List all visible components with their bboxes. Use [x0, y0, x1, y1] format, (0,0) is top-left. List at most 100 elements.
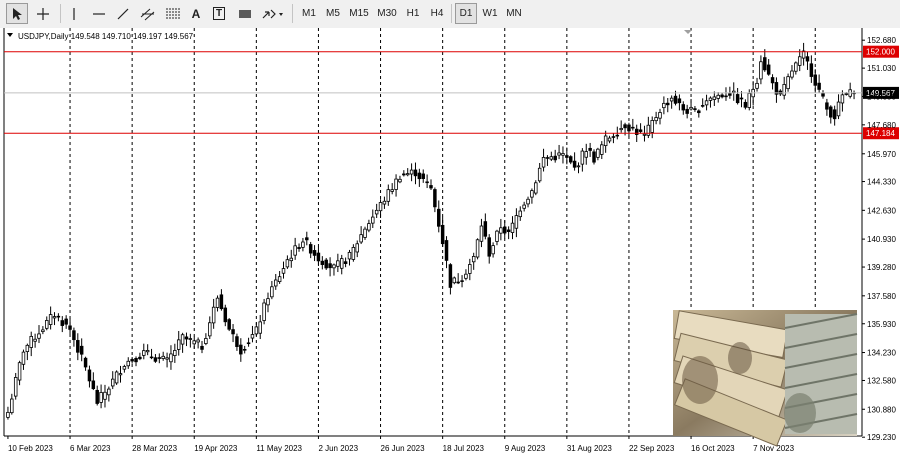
- candle-body: [79, 345, 84, 355]
- y-tick-label: 139.280: [867, 263, 896, 272]
- candle-body: [173, 350, 177, 356]
- candle-body: [809, 63, 814, 77]
- candle-body: [425, 181, 429, 184]
- candle-body: [704, 100, 709, 106]
- price-chart[interactable]: 152.000 147.184 149.567 152.680 151.030 149.…: [0, 28, 900, 463]
- candle-body: [658, 112, 662, 119]
- candle-body: [107, 388, 111, 396]
- candle-body: [530, 190, 534, 198]
- timeframe-w1[interactable]: W1: [479, 3, 501, 24]
- y-tick-label: 140.930: [867, 235, 896, 244]
- rectangle-icon[interactable]: [234, 3, 256, 24]
- candle-body: [312, 250, 317, 256]
- text-icon[interactable]: A: [187, 3, 205, 24]
- x-tick-label: 2 Jun 2023: [318, 444, 358, 453]
- candle-body: [553, 155, 557, 161]
- candle-body: [281, 268, 286, 274]
- candle-body: [565, 155, 569, 158]
- candle-body: [471, 256, 476, 263]
- candle-body: [479, 225, 484, 242]
- candle-body: [103, 391, 107, 400]
- candle-body: [844, 93, 849, 95]
- y-tick-label: 137.580: [867, 292, 896, 301]
- candle-body: [491, 245, 495, 255]
- candle-body: [662, 102, 666, 109]
- candle-body: [716, 94, 720, 99]
- y-tick-label: 152.680: [867, 36, 896, 45]
- candle-body: [650, 120, 654, 133]
- candle-body: [708, 97, 713, 101]
- candle-body: [10, 398, 14, 414]
- candle-body: [176, 339, 181, 350]
- candle-body: [87, 369, 92, 382]
- candle-body: [561, 153, 565, 156]
- arrows-icon[interactable]: [260, 3, 286, 24]
- toolbar-separator: [451, 4, 452, 23]
- y-tick-label: 135.930: [867, 320, 896, 329]
- equidistant-channel-icon[interactable]: [137, 3, 159, 24]
- candle-body: [347, 251, 352, 260]
- candle-body: [728, 93, 732, 96]
- candle-body: [568, 156, 573, 163]
- candle-body: [305, 237, 309, 241]
- candle-body: [615, 134, 620, 137]
- candle-body: [99, 392, 103, 403]
- candle-body: [149, 356, 154, 359]
- candle-body: [421, 173, 425, 179]
- trendline-icon[interactable]: [112, 3, 134, 24]
- candle-body: [359, 234, 363, 243]
- timeframe-h1[interactable]: H1: [402, 3, 424, 24]
- candle-body: [274, 279, 278, 287]
- fibonacci-icon[interactable]: [162, 3, 184, 24]
- candle-body: [731, 90, 736, 93]
- candle-body: [208, 322, 212, 337]
- timeframe-m1[interactable]: M1: [298, 3, 320, 24]
- candle-body: [336, 260, 340, 267]
- candle-body: [584, 151, 588, 158]
- candle-body: [72, 330, 76, 341]
- candle-body: [724, 95, 728, 98]
- candle-body: [693, 108, 697, 110]
- candle-body: [390, 189, 394, 192]
- candle-body: [239, 344, 243, 355]
- candle-body: [180, 334, 185, 345]
- vertical-line-icon[interactable]: [64, 3, 84, 24]
- horizontal-line-icon[interactable]: [88, 3, 110, 24]
- candle-body: [211, 306, 216, 324]
- candle-body: [437, 208, 441, 227]
- x-tick-label: 10 Feb 2023: [8, 444, 53, 453]
- candle-body: [832, 109, 837, 120]
- candle-body: [685, 108, 689, 114]
- chart-canvas[interactable]: 152.000147.184149.567 152.680151.030149.…: [0, 28, 900, 458]
- cursor-icon[interactable]: [6, 3, 28, 24]
- x-tick-label: 18 Jul 2023: [443, 444, 485, 453]
- candle-body: [592, 151, 596, 163]
- timeframe-d1[interactable]: D1: [455, 3, 477, 24]
- candle-body: [270, 286, 274, 298]
- candle-body: [25, 344, 30, 352]
- timeframe-m5[interactable]: M5: [322, 3, 344, 24]
- candle-body: [316, 252, 321, 262]
- timeframe-h4[interactable]: H4: [426, 3, 448, 24]
- candle-body: [114, 371, 119, 384]
- timeframe-m15[interactable]: M15: [346, 3, 372, 24]
- timeframe-mn[interactable]: MN: [503, 3, 525, 24]
- candle-body: [580, 150, 585, 165]
- candle-body: [223, 307, 228, 323]
- candle-body: [343, 261, 348, 264]
- candle-body: [258, 321, 262, 334]
- toolbar-separator: [60, 4, 61, 23]
- timeframe-m30[interactable]: M30: [374, 3, 400, 24]
- candle-body: [48, 314, 53, 325]
- text-label-icon[interactable]: T: [209, 3, 229, 24]
- x-tick-label: 22 Sep 2023: [629, 444, 675, 453]
- candle-body: [83, 357, 88, 368]
- crosshair-icon[interactable]: [32, 3, 54, 24]
- candle-body: [503, 226, 507, 234]
- candle-body: [246, 342, 251, 345]
- candle-body: [409, 169, 414, 175]
- candle-body: [371, 216, 375, 224]
- candle-body: [526, 198, 530, 205]
- candle-body: [122, 366, 127, 370]
- level-price-label: 152.000: [866, 48, 895, 57]
